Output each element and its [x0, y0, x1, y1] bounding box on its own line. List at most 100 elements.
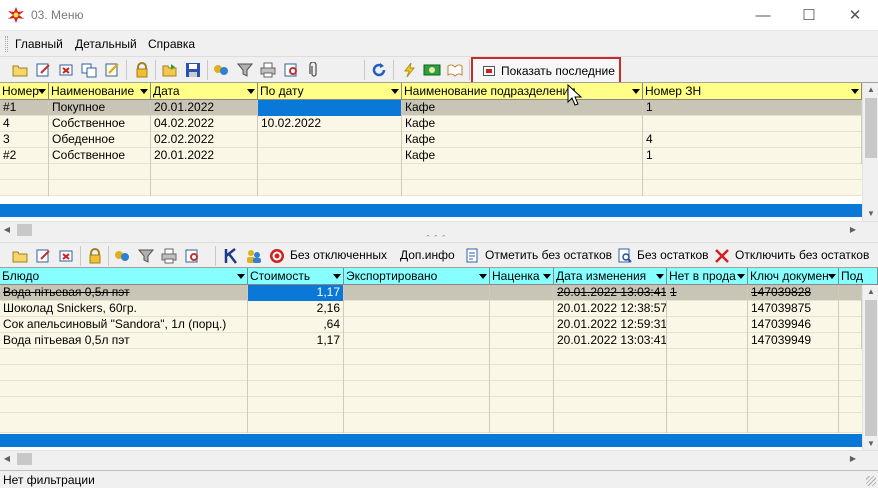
close-button[interactable]: ✕ — [832, 0, 878, 31]
more-info-button[interactable]: Доп.инфо — [400, 248, 455, 262]
delete-icon[interactable] — [57, 61, 75, 79]
col-header-exported[interactable]: Экспортировано — [344, 268, 490, 285]
scroll-thumb[interactable] — [17, 453, 32, 465]
target-icon[interactable] — [268, 247, 286, 265]
table-row[interactable]: #2 Собственное 20.01.2022 Кафе 1 — [0, 148, 862, 164]
print-preview-icon[interactable] — [282, 61, 300, 79]
group-icon[interactable] — [213, 61, 231, 79]
toolbar-separator — [108, 246, 109, 266]
chevron-down-icon — [247, 89, 255, 94]
show-last-button[interactable]: Показать последние — [471, 57, 621, 84]
col-header-number[interactable]: Номер — [0, 83, 49, 100]
filter-icon[interactable] — [137, 247, 155, 265]
print-icon[interactable] — [160, 247, 178, 265]
filter-icon[interactable] — [236, 61, 254, 79]
open-folder-icon[interactable] — [11, 247, 29, 265]
grid-header: Блюдо Стоимость Экспортировано Наценка Д… — [0, 268, 878, 285]
table-row[interactable]: Вода пітьевая 0,5л пэт 1,17 20.01.2022 1… — [0, 333, 862, 349]
users-icon[interactable] — [245, 247, 263, 265]
table-row[interactable]: 3 Обеденное 02.02.2022 Кафе 4 — [0, 132, 862, 148]
documents-grid[interactable]: Номер Наименование Дата По дату Наименов… — [0, 82, 878, 238]
resize-grip[interactable] — [866, 476, 876, 486]
search-document-icon[interactable] — [616, 247, 634, 265]
menu-detail[interactable]: Детальный — [75, 37, 137, 51]
col-header-document-key[interactable]: Ключ докумен — [748, 268, 839, 285]
minimize-button[interactable]: — — [740, 0, 786, 31]
show-last-label: Показать последние — [501, 64, 615, 78]
empty-row — [0, 164, 862, 180]
refresh-icon[interactable] — [370, 61, 388, 79]
col-header-department[interactable]: Наименование подразделения — [402, 83, 643, 100]
menu-help[interactable]: Справка — [148, 37, 195, 51]
empty-row — [0, 365, 862, 381]
col-header-order-number[interactable]: Номер ЗН — [643, 83, 862, 100]
edit-list-icon[interactable] — [103, 61, 121, 79]
close-red-icon[interactable] — [713, 247, 731, 265]
col-header-dish[interactable]: Блюдо — [0, 268, 248, 285]
maximize-button[interactable]: ☐ — [786, 0, 832, 31]
col-header-price[interactable]: Стоимость — [248, 268, 344, 285]
save-icon[interactable] — [184, 61, 202, 79]
bottom-toolbar: Без отключенных Доп.инфо Отметить без ос… — [0, 242, 878, 268]
vertical-scrollbar[interactable]: ▲ ▼ — [862, 285, 878, 450]
show-last-icon — [483, 66, 495, 76]
chevron-down-icon — [38, 89, 46, 94]
mark-no-stock-button[interactable]: Отметить без остатков — [485, 248, 612, 262]
chevron-down-icon — [656, 274, 664, 279]
empty-row — [0, 349, 862, 365]
attach-icon[interactable] — [305, 61, 323, 79]
menu-main[interactable]: Главный — [15, 37, 63, 51]
without-disabled-button[interactable]: Без отключенных — [290, 248, 387, 262]
scroll-down-icon: ▼ — [867, 439, 875, 448]
horizontal-scrollbar[interactable]: ◀ ▶ — [0, 450, 878, 467]
lock-icon[interactable] — [86, 247, 104, 265]
table-row[interactable]: Шоколад Snickers, 60гр. 2,16 20.01.2022 … — [0, 301, 862, 317]
k-icon[interactable] — [222, 247, 240, 265]
summary-bar — [0, 204, 862, 217]
col-header-modified-date[interactable]: Дата изменения — [554, 268, 667, 285]
menu-grip — [5, 36, 8, 52]
delete-icon[interactable] — [57, 247, 75, 265]
dishes-grid[interactable]: Блюдо Стоимость Экспортировано Наценка Д… — [0, 267, 878, 450]
book-icon[interactable] — [446, 61, 464, 79]
open-folder-icon[interactable] — [11, 61, 29, 79]
lock-icon[interactable] — [133, 61, 151, 79]
scroll-thumb[interactable] — [865, 98, 877, 158]
app-icon — [8, 7, 24, 23]
print-preview-icon[interactable] — [183, 247, 201, 265]
active-cell[interactable]: 1,17 — [248, 285, 344, 301]
col-header-to-date[interactable]: По дату — [258, 83, 402, 100]
col-header-sub[interactable]: Под — [839, 268, 878, 285]
edit-icon[interactable] — [34, 247, 52, 265]
scroll-up-icon: ▲ — [867, 287, 875, 296]
table-row[interactable]: #1 Покупное 20.01.2022 Кафе 1 — [0, 100, 862, 116]
no-stock-button[interactable]: Без остатков — [637, 248, 709, 262]
scroll-thumb[interactable] — [17, 224, 32, 236]
col-header-not-on-sale[interactable]: Нет в прода — [667, 268, 748, 285]
table-row[interactable]: Сок апельсиновый "Sandora", 1л (порц.) ,… — [0, 317, 862, 333]
disable-no-stock-button[interactable]: Отключить без остатков — [735, 248, 869, 262]
scroll-up-icon: ▲ — [867, 85, 875, 94]
print-icon[interactable] — [259, 61, 277, 79]
chevron-down-icon — [333, 274, 341, 279]
table-row[interactable]: 4 Собственное 04.02.2022 10.02.2022 Кафе — [0, 116, 862, 132]
edit-icon[interactable] — [34, 61, 52, 79]
folder-open-icon[interactable] — [161, 61, 179, 79]
mark-document-icon[interactable] — [463, 247, 481, 265]
lightning-icon[interactable] — [400, 61, 418, 79]
group-icon[interactable] — [114, 247, 132, 265]
money-icon[interactable] — [423, 61, 441, 79]
scroll-thumb[interactable] — [865, 300, 877, 436]
chevron-down-icon — [737, 274, 745, 279]
scroll-down-icon: ▼ — [867, 209, 875, 218]
active-cell[interactable] — [258, 100, 402, 116]
col-header-name[interactable]: Наименование — [49, 83, 151, 100]
table-row[interactable]: Вода пітьевая 0,5л пэт 1,17 20.01.2022 1… — [0, 285, 862, 301]
vertical-scrollbar[interactable]: ▲ ▼ — [862, 83, 878, 221]
col-header-date[interactable]: Дата — [151, 83, 258, 100]
empty-row — [0, 413, 862, 433]
chevron-down-icon — [140, 89, 148, 94]
copy-icon[interactable] — [80, 61, 98, 79]
col-header-markup[interactable]: Наценка — [490, 268, 554, 285]
chevron-down-icon — [391, 89, 399, 94]
